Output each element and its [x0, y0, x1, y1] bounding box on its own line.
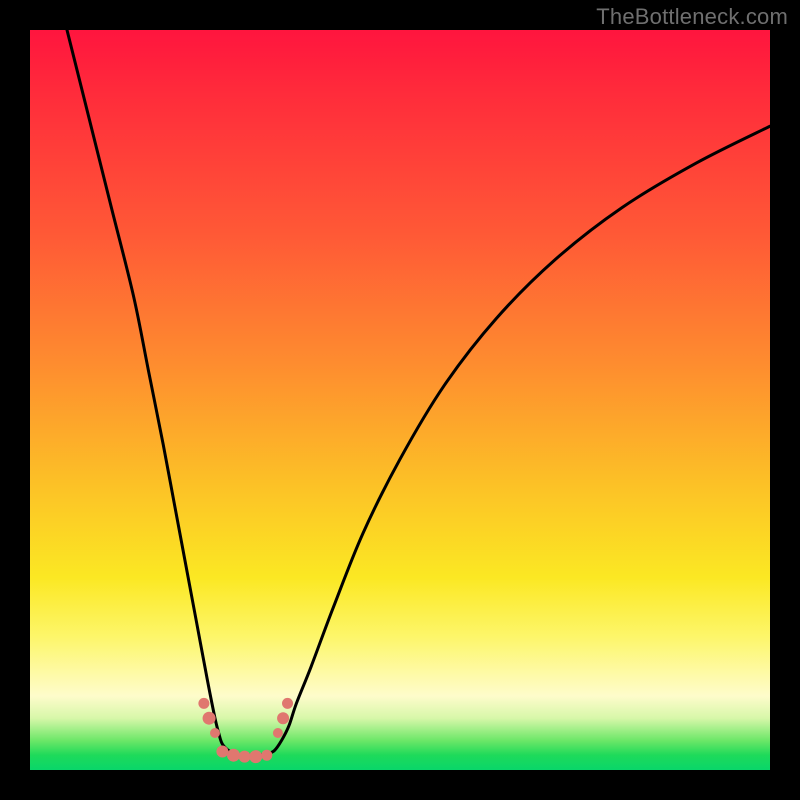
data-marker [216, 746, 228, 758]
chart-frame: TheBottleneck.com [0, 0, 800, 800]
data-marker [249, 750, 262, 763]
chart-plot-area [30, 30, 770, 770]
data-marker [277, 712, 289, 724]
data-marker [273, 728, 283, 738]
data-marker [239, 751, 251, 763]
data-marker [227, 749, 240, 762]
data-marker [261, 750, 272, 761]
curve-right-arm [259, 126, 770, 755]
data-marker [210, 728, 220, 738]
curve-left-arm [67, 30, 259, 755]
chart-svg [30, 30, 770, 770]
data-marker [198, 698, 209, 709]
curve-group [67, 30, 770, 755]
watermark-text: TheBottleneck.com [596, 4, 788, 30]
data-marker [282, 698, 293, 709]
data-marker [203, 712, 216, 725]
